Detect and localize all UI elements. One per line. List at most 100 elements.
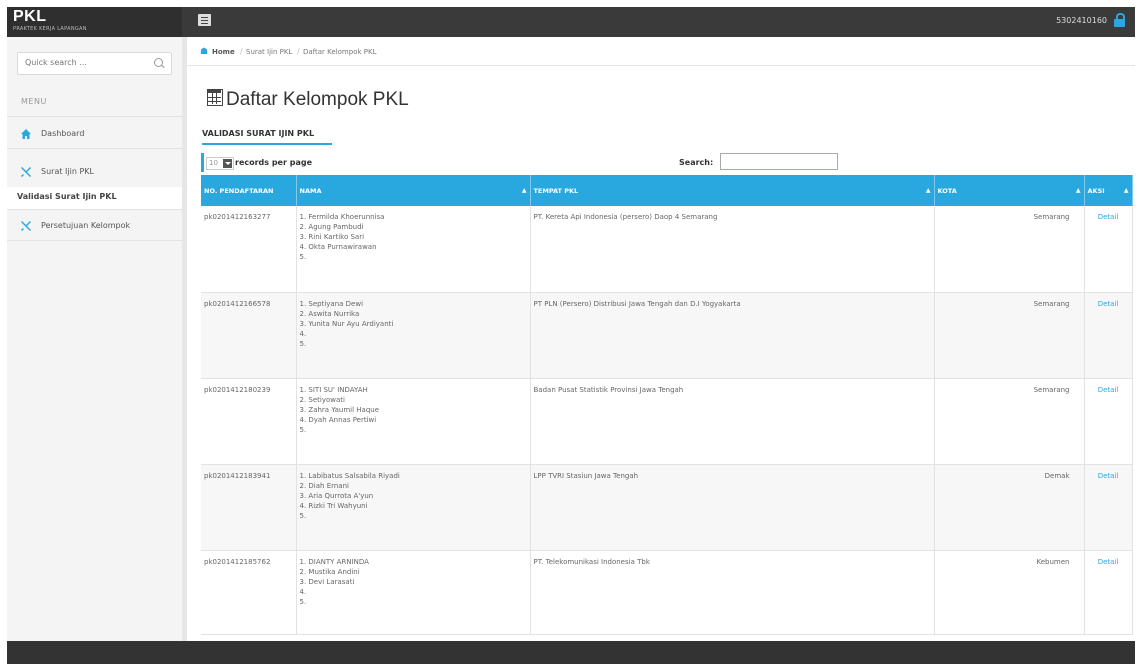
table-row: pk0201412183941 1. Labibatus Salsabila R… [201,464,1133,551]
main-content: ☗ Home / Surat Ijin PKL / Daftar Kelompo… [187,37,1135,641]
member-name: 4. Dyah Annas Pertiwi [299,415,377,424]
tab-active-indicator [202,143,332,145]
sort-icon: ▲︎ [925,187,931,194]
brand-title: PKL [13,8,47,25]
breadcrumb: ☗ Home / Surat Ijin PKL / Daftar Kelompo… [187,37,1135,66]
member-name: 1. Septiyana Dewi [299,299,364,308]
menu-toggle-button[interactable] [198,14,211,26]
col-header-no[interactable]: NO. PENDAFTARAN [201,175,297,206]
cell-tempat: Badan Pusat Statistik Provinsi Jawa Teng… [530,378,935,465]
cell-tempat: PT PLN (Persero) Distribusi Jawa Tengah … [530,292,935,379]
sort-icon: ▲︎ [1075,187,1081,194]
sidebar-item-persetujuan[interactable]: Persetujuan Kelompok [7,213,182,239]
sidebar-item-label: Persetujuan Kelompok [41,221,131,230]
user-id[interactable]: 5302410160 [1056,16,1107,25]
col-header-label: NAMA [299,186,322,195]
col-header-kota[interactable]: KOTA ▲︎ [934,175,1085,206]
member-name: 4. [299,329,307,338]
divider [7,116,182,117]
calendar-icon [207,89,223,106]
col-header-label: TEMPAT PKL [533,186,579,195]
member-name: 5. [299,339,307,348]
page-length-select[interactable]: 10 [206,157,234,170]
sidebar-subitem-validasi[interactable]: Validasi Surat Ijin PKL [7,187,182,209]
col-header-label: NO. PENDAFTARAN [204,186,274,195]
cell-nama: 1. SITI SU' INDAYAH 2. Setiyowati 3. Zah… [296,378,531,465]
home-icon [21,129,31,139]
app-window: PKL PRAKTEK KERJA LAPANGAN 5302410160 ME… [0,0,1139,664]
member-name: 3. Zahra Yaumil Haque [299,405,380,414]
member-name: 4. [299,587,307,596]
member-name: 2. Agung Pambudi [299,223,364,231]
table-search-input[interactable] [720,153,838,170]
cell-nama: 1. Labibatus Salsabila Riyadi 2. Diah Er… [296,464,531,551]
member-name: 4. Rizki Tri Wahyuni [299,501,368,510]
sort-icon: ▲︎ [1123,187,1129,194]
member-name: 3. Aria Qurrota A'yun [299,491,374,500]
footer-bar [7,641,1135,664]
top-navbar: PKL PRAKTEK KERJA LAPANGAN 5302410160 [7,7,1135,37]
cell-no: pk0201412180239 [201,378,297,465]
quick-search-input[interactable] [18,53,145,72]
tab-validasi[interactable]: VALIDASI SURAT IJIN PKL [202,129,314,138]
sidebar-item-surat-ijin[interactable]: Surat Ijin PKL [7,159,182,185]
cell-aksi: Detail [1084,550,1133,635]
cell-kota: Demak [934,464,1085,551]
accent-bar [201,153,204,172]
member-name: 5. [299,511,307,520]
table-row: pk0201412166578 1. Septiyana Dewi 2. Asw… [201,292,1133,379]
menu-header: MENU [21,97,47,106]
cell-tempat: PT. Kereta Api Indonesia (persero) Daop … [530,206,935,293]
cell-tempat: PT. Telekomunikasi Indonesia Tbk [530,550,935,635]
member-name: 2. Aswita Nurrika [299,309,360,318]
member-name: 3. Rini Kartiko Sari [299,233,365,241]
divider [7,209,182,210]
sidebar-item-dashboard[interactable]: Dashboard [7,121,182,147]
brand-logo[interactable]: PKL PRAKTEK KERJA LAPANGAN [7,7,182,37]
cell-aksi: Detail [1084,464,1133,551]
cell-no: pk0201412183941 [201,464,297,551]
col-header-nama[interactable]: NAMA ▲︎ [296,175,531,206]
col-header-aksi[interactable]: AKSI ▲︎ [1084,175,1133,206]
page-title: Daftar Kelompok PKL [226,89,409,110]
home-icon[interactable]: ☗ [200,47,208,57]
divider [7,148,182,149]
cell-kota: Semarang [934,378,1085,465]
cell-aksi: Detail [1084,292,1133,379]
member-name: 2. Setiyowati [299,395,345,404]
member-name: 1. SITI SU' INDAYAH [299,385,368,394]
member-name: 1. Labibatus Salsabila Riyadi [299,471,400,480]
lock-icon[interactable] [1114,13,1125,27]
breadcrumb-current: Daftar Kelompok PKL [303,48,377,56]
cell-kota: Kebumen [934,550,1085,635]
cell-nama: 1. Septiyana Dewi 2. Aswita Nurrika 3. Y… [296,292,531,379]
sidebar-item-label: Dashboard [41,129,85,138]
member-name: 5. [299,253,307,261]
detail-link[interactable]: Detail [1098,213,1119,221]
cell-tempat: LPP TVRI Stasiun Jawa Tengah [530,464,935,551]
detail-link[interactable]: Detail [1098,472,1119,480]
breadcrumb-home[interactable]: Home [212,48,235,56]
member-name: 1. Fermilda Khoerunnisa [299,213,385,221]
member-name: 5. [299,597,307,606]
table-row: pk0201412180239 1. SITI SU' INDAYAH 2. S… [201,378,1133,465]
detail-link[interactable]: Detail [1098,300,1119,308]
cell-aksi: Detail [1084,378,1133,465]
breadcrumb-surat-ijin[interactable]: Surat Ijin PKL [246,48,292,56]
detail-link[interactable]: Detail [1098,386,1119,394]
search-label: Search: [679,158,714,167]
member-name: 2. Diah Ernani [299,481,349,490]
cell-no: pk0201412185762 [201,550,297,635]
cell-nama: 1. Fermilda Khoerunnisa 2. Agung Pambudi… [296,206,531,293]
member-name: 1. DIANTY ARNINDA [299,557,369,566]
breadcrumb-separator: / [240,47,243,56]
cell-no: pk0201412163277 [201,206,297,293]
brand-subtitle: PRAKTEK KERJA LAPANGAN [13,26,87,32]
search-icon[interactable] [154,58,163,67]
table-header-row: NO. PENDAFTARAN NAMA ▲︎ TEMPAT PKL ▲︎ KOTA… [201,175,1133,206]
col-header-tempat[interactable]: TEMPAT PKL ▲︎ [530,175,935,206]
chevron-down-icon [223,159,232,168]
sort-icon: ▲︎ [521,187,527,194]
tools-icon [21,221,31,231]
detail-link[interactable]: Detail [1098,558,1119,566]
